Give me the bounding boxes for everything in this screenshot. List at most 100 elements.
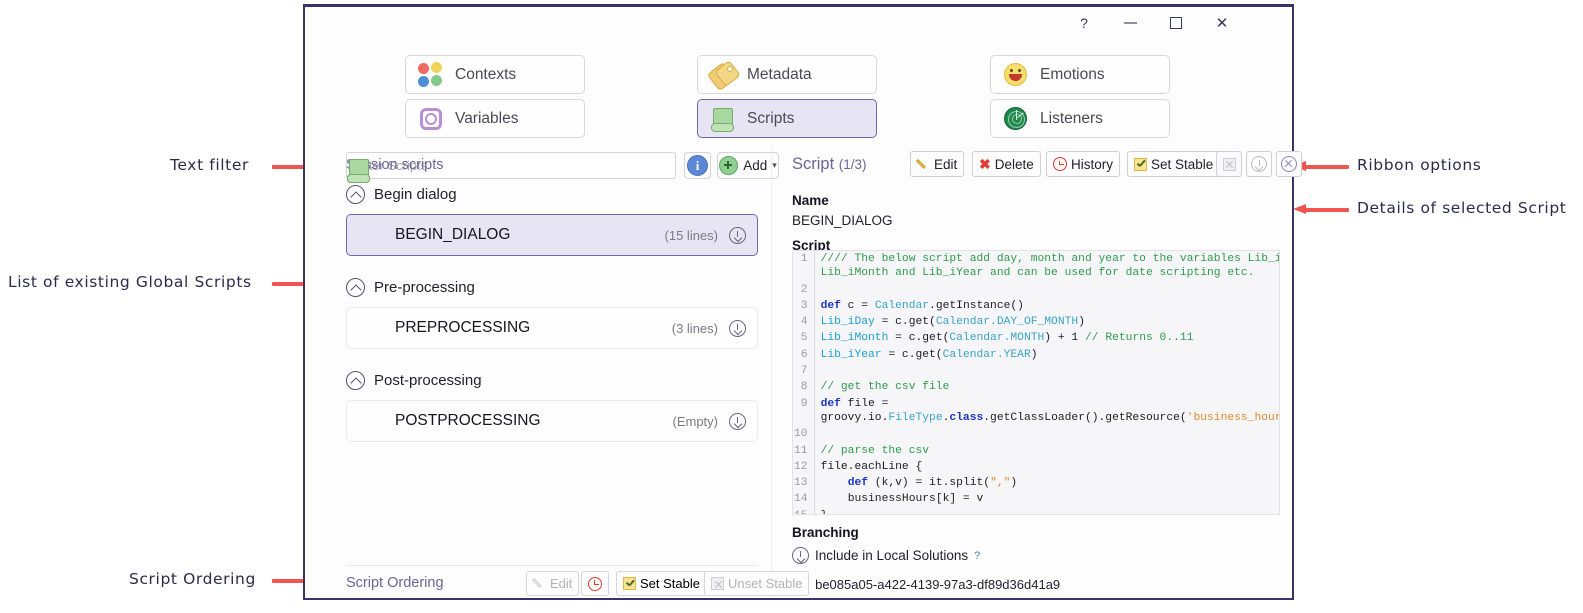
code-text: Lib_iMonth = c.get(Calendar.MONTH) + 1 /… [820, 332, 1194, 345]
minimize-button[interactable] [1107, 7, 1153, 39]
edit-button-label: Edit [934, 156, 958, 172]
title-bar: ? ✕ [305, 7, 1292, 41]
annotation-ribbon-options: Ribbon options [1357, 156, 1482, 174]
details-count: (1/3) [838, 157, 867, 172]
script-name: POSTPROCESSING [395, 412, 541, 429]
ribbon-item-listeners[interactable]: Listeners [990, 99, 1170, 138]
unset-stable-button[interactable] [1216, 151, 1242, 177]
close-button[interactable]: ✕ [1199, 7, 1245, 39]
delete-button-label: Delete [994, 156, 1034, 172]
pencil-icon [533, 577, 546, 590]
delete-button[interactable]: ✖ Delete [972, 151, 1041, 177]
annotation-script-ordering: Script Ordering [129, 570, 256, 588]
line-number: 11 [793, 442, 815, 459]
group-header-pre-processing[interactable]: Pre-processing [346, 278, 758, 297]
help-icon[interactable]: ? [974, 550, 980, 562]
code-line: 8 // get the csv file [793, 379, 1279, 396]
code-line: 15} [793, 507, 1279, 514]
set-stable-button[interactable]: Set Stable [1127, 151, 1221, 177]
ordering-unset-stable-button[interactable]: Unset Stable [704, 571, 810, 596]
ordering-history-button[interactable] [581, 571, 609, 596]
script-name: BEGIN_DIALOG [395, 226, 511, 243]
ordering-set-stable-label: Set Stable [640, 576, 700, 591]
code-line: 10 [793, 426, 1279, 443]
x-box-icon [711, 577, 724, 590]
ribbon-item-scripts[interactable]: Scripts [697, 99, 877, 138]
script-name: PREPROCESSING [395, 319, 531, 336]
ordering-edit-button[interactable]: Edit [526, 571, 580, 596]
help-button[interactable]: ? [1061, 7, 1107, 39]
set-stable-button-label: Set Stable [1151, 156, 1214, 172]
script-icon [710, 106, 736, 132]
chevron-up-icon[interactable] [346, 185, 365, 204]
radar-icon [1003, 106, 1029, 132]
contexts-icon [418, 61, 444, 88]
download-icon[interactable] [729, 319, 746, 337]
code-text: } [814, 508, 1279, 514]
details-title-text: Script [792, 155, 835, 173]
group-header-post-processing[interactable]: Post-processing [346, 371, 758, 390]
line-number: 5 [793, 330, 815, 347]
code-line: 3 def c = Calendar.getInstance() [793, 297, 1279, 315]
download-icon[interactable] [729, 412, 746, 430]
branching-label: Branching [792, 525, 859, 540]
code-line: 14 businessHours[k] = v [793, 491, 1279, 508]
chevron-up-icon[interactable] [346, 371, 365, 390]
script-line-count: (3 lines) [671, 320, 718, 336]
line-number: 15 [793, 507, 815, 514]
script-id-line: Id: be085a05-a422-4139-97a3-df89d36d41a9 [792, 577, 1060, 592]
include-label: Include in Local Solutions [815, 548, 969, 563]
code-text: def file = groovy.io.FileType.class.getC… [820, 397, 1279, 424]
ribbon-item-label: Emotions [1040, 65, 1105, 83]
remove-button[interactable] [1276, 151, 1302, 177]
code-text [814, 282, 1279, 298]
code-line: 1//// The below script add day, month an… [793, 251, 1279, 282]
line-number: 12 [793, 458, 815, 476]
id-value: be085a05-a422-4139-97a3-df89d36d41a9 [815, 577, 1061, 592]
ribbon-item-emotions[interactable]: Emotions [990, 55, 1170, 94]
code-text: businessHours[k] = v [820, 493, 984, 506]
chevron-up-icon[interactable] [346, 278, 365, 297]
ordering-edit-label: Edit [550, 576, 573, 591]
script-icon [347, 159, 383, 340]
maximize-button[interactable] [1153, 7, 1199, 39]
annotation-text-filter: Text filter [170, 156, 249, 174]
script-ordering-bar: Script Ordering Edit Set Stable Unset St… [346, 565, 810, 598]
annotation-arrow-details [1293, 204, 1349, 214]
include-in-local-solutions[interactable]: Include in Local Solutions ? [792, 547, 980, 564]
code-text: def (k,v) = it.split(",") [847, 477, 1018, 490]
download-button[interactable] [1246, 151, 1272, 177]
tag-icon [706, 59, 741, 91]
line-number: 10 [793, 426, 815, 443]
list-item[interactable]: POSTPROCESSING (Empty) [346, 159, 758, 442]
ribbon-item-metadata[interactable]: Metadata [697, 55, 877, 94]
ribbon-item-contexts[interactable]: Contexts [405, 55, 585, 94]
history-button[interactable]: History [1046, 151, 1121, 177]
line-number: 6 [793, 346, 815, 364]
code-text: def c = Calendar.getInstance() [820, 299, 1024, 312]
line-number: 7 [793, 363, 815, 380]
name-value: BEGIN_DIALOG [792, 213, 893, 228]
group-header-begin-dialog[interactable]: Begin dialog [346, 185, 758, 204]
script-icon [347, 159, 383, 247]
list-item[interactable]: BEGIN_DIALOG (15 lines) [346, 159, 758, 256]
check-icon [623, 577, 636, 590]
line-number: 3 [793, 297, 815, 315]
edit-button[interactable]: Edit [910, 151, 965, 177]
ribbon-toolbar: Contexts Variables Metadata Scripts Emot… [305, 41, 1292, 149]
code-line: 2 [793, 281, 1279, 298]
line-number: 14 [793, 491, 815, 508]
clock-icon [1053, 157, 1067, 171]
code-text [814, 363, 1279, 379]
code-text: //// The below script add day, month and… [820, 253, 1279, 280]
ribbon-item-label: Listeners [1040, 109, 1103, 127]
code-editor[interactable]: 1//// The below script add day, month an… [792, 250, 1280, 515]
list-item[interactable]: PREPROCESSING (3 lines) [346, 159, 758, 349]
ribbon-item-variables[interactable]: Variables [405, 99, 585, 138]
session-scripts-label: Session scripts [346, 157, 444, 173]
line-number: 4 [793, 314, 815, 331]
script-list-pane: Session scripts Begin dialog BEGIN_DIALO… [346, 157, 758, 442]
ordering-set-stable-button[interactable]: Set Stable [616, 571, 707, 596]
download-icon[interactable] [729, 226, 746, 244]
line-number: 1 [793, 251, 815, 282]
